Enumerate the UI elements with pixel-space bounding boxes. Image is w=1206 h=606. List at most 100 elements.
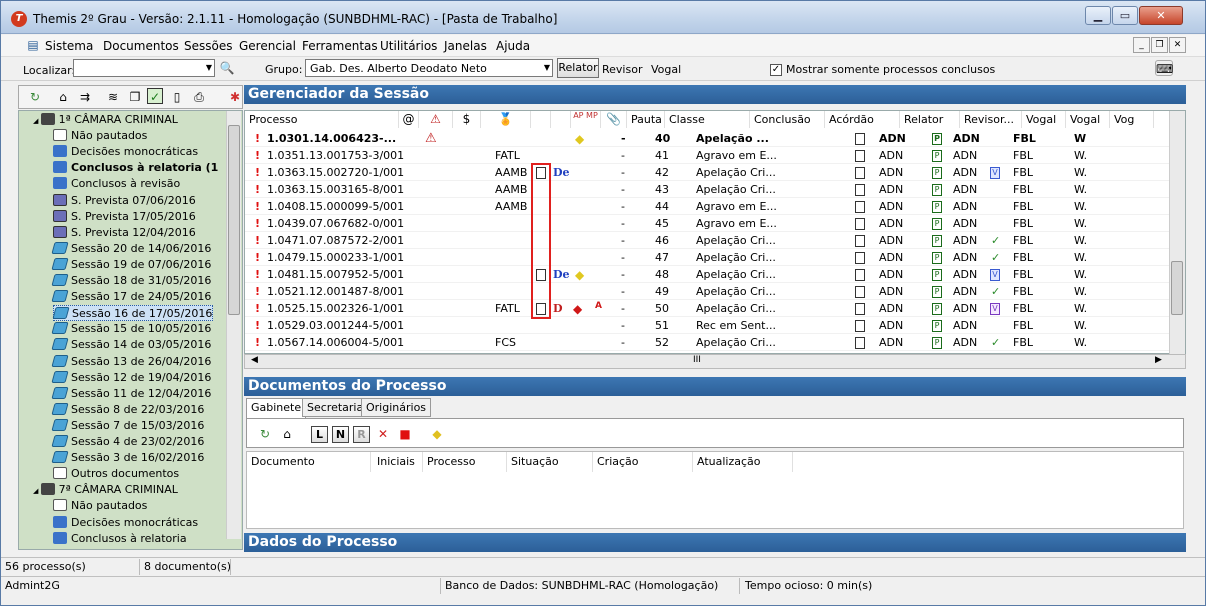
tree-node[interactable]: S. Prevista 17/05/2016 bbox=[53, 209, 196, 225]
mostrar-checkbox[interactable]: ✓ bbox=[770, 64, 782, 76]
col-iniciais[interactable]: Iniciais bbox=[373, 452, 423, 472]
red-document-icon[interactable]: ■ bbox=[397, 426, 413, 442]
grid-col-header[interactable]: AP MP bbox=[571, 111, 601, 128]
expand-icon[interactable]: ◢ bbox=[33, 487, 41, 495]
grid-col-header[interactable] bbox=[551, 111, 571, 128]
tree-node[interactable]: Sessão 8 de 22/03/2016 bbox=[51, 402, 204, 418]
col-processo[interactable]: Processo bbox=[423, 452, 507, 472]
table-row[interactable]: ! 1.0481.15.007952-5/001 De ◆ - 48 Apelação Cr… bbox=[245, 267, 1185, 283]
table-row[interactable]: ! 1.0525.15.002326-1/001 FATL D ◆ A - 50 Apelaçã… bbox=[245, 301, 1185, 317]
tree-node[interactable]: ◢ 1ª CÂMARA CRIMINAL bbox=[33, 112, 178, 128]
menu-ferramentas[interactable]: Ferramentas bbox=[302, 39, 378, 53]
tree-node[interactable]: Sessão 12 de 19/04/2016 bbox=[51, 370, 211, 386]
print-icon[interactable]: ⎙ bbox=[191, 89, 207, 105]
grid-col-header[interactable]: Classe bbox=[665, 111, 750, 128]
letter-r-button[interactable]: R bbox=[353, 426, 370, 443]
scroll-left-icon[interactable]: ◀ bbox=[251, 355, 258, 365]
tree-node[interactable]: Conclusos à revisão bbox=[53, 176, 180, 192]
maximize-button[interactable]: ▭ bbox=[1112, 6, 1138, 25]
keyboard-icon[interactable]: ⌨ bbox=[1155, 60, 1173, 76]
grid-col-header[interactable]: Vogal bbox=[1022, 111, 1066, 128]
tree-node[interactable]: Sessão 20 de 14/06/2016 bbox=[51, 241, 211, 257]
grid-horizontal-scrollbar[interactable]: ◀ III ▶ bbox=[244, 354, 1186, 369]
expand-icon[interactable]: ◢ bbox=[33, 117, 41, 125]
col-documento[interactable]: Documento bbox=[247, 452, 371, 472]
table-row[interactable]: ! 1.0567.14.006004-5/001 FCS - 52 Apelação Cr… bbox=[245, 335, 1185, 351]
tree-node[interactable]: Sessão 15 de 10/05/2016 bbox=[51, 321, 211, 337]
grid-vertical-scrollbar[interactable] bbox=[1169, 111, 1185, 354]
document-stack-icon[interactable]: ⇉ bbox=[77, 89, 93, 105]
localizar-combo[interactable]: ▼ bbox=[73, 59, 215, 77]
tree-node[interactable]: Decisões monocráticas bbox=[53, 515, 198, 531]
grid-col-header[interactable]: Revisor... bbox=[960, 111, 1022, 128]
grid-col-header[interactable]: Acórdão bbox=[825, 111, 900, 128]
group-icon[interactable]: ⌂ bbox=[55, 89, 71, 105]
table-row[interactable]: ! 1.0529.03.001244-5/001 - 51 Rec em Sent...… bbox=[245, 318, 1185, 334]
tree-node[interactable]: Sessão 7 de 15/03/2016 bbox=[51, 418, 204, 434]
session-tree[interactable]: ◢ 1ª CÂMARA CRIMINAL Não pautados Decisões… bbox=[18, 110, 243, 550]
refresh-icon[interactable]: ↻ bbox=[27, 89, 43, 105]
scroll-right-icon[interactable]: ▶ bbox=[1155, 355, 1162, 365]
post-it-icon[interactable]: ◆ bbox=[429, 426, 445, 442]
letter-l-button[interactable]: L bbox=[311, 426, 328, 443]
group-icon[interactable]: ⌂ bbox=[279, 426, 295, 442]
tool-star-icon[interactable]: ✱ bbox=[227, 89, 243, 105]
close-button[interactable]: ✕ bbox=[1139, 6, 1183, 25]
process-grid[interactable]: Processo @ ⚠ $ 🏅 AP MP 📎 Pauta Classe Conclusão Ac… bbox=[244, 110, 1186, 354]
clipboard-icon[interactable]: ▯ bbox=[169, 89, 185, 105]
tab-originarios[interactable]: Originários bbox=[361, 398, 432, 417]
tree-node[interactable]: Não pautados bbox=[53, 498, 147, 514]
menu-sessoes[interactable]: Sessões bbox=[184, 39, 232, 53]
table-row[interactable]: ! 1.0351.13.001753-3/001 FATL - 41 Agravo em … bbox=[245, 148, 1185, 164]
tree-node[interactable]: Sessão 4 de 23/02/2016 bbox=[51, 434, 204, 450]
mdi-close-button[interactable]: ✕ bbox=[1169, 37, 1186, 53]
relator-button[interactable]: Relator bbox=[557, 58, 599, 78]
grupo-combo[interactable]: Gab. Des. Alberto Deodato Neto ▼ bbox=[305, 59, 553, 77]
grid-col-header[interactable]: Processo bbox=[245, 111, 399, 128]
scroll-grip[interactable]: III bbox=[693, 355, 701, 365]
tree-node[interactable]: Sessão 13 de 26/04/2016 bbox=[51, 354, 211, 370]
menu-janelas[interactable]: Janelas bbox=[444, 39, 487, 53]
menu-gerencial[interactable]: Gerencial bbox=[239, 39, 296, 53]
copy-icon[interactable]: ❐ bbox=[127, 89, 143, 105]
table-row[interactable]: ! 1.0363.15.002720-1/001 AAMB De - 42 Apelação… bbox=[245, 165, 1185, 181]
dropdown-arrow-icon[interactable]: ▼ bbox=[544, 63, 550, 72]
grid-col-header[interactable]: 📎 bbox=[601, 111, 627, 128]
table-row[interactable]: ! 1.0363.15.003165-8/001 AAMB - 43 Apelação C… bbox=[245, 182, 1185, 198]
menu-sistema[interactable]: Sistema bbox=[45, 39, 93, 53]
grid-col-header[interactable]: Vog bbox=[1110, 111, 1154, 128]
col-atualizacao[interactable]: Atualização bbox=[693, 452, 793, 472]
grid-col-header[interactable]: Relator bbox=[900, 111, 960, 128]
grid-col-header[interactable] bbox=[531, 111, 551, 128]
revisor-label[interactable]: Revisor bbox=[602, 63, 642, 76]
mdi-child-icon[interactable]: ▤ bbox=[25, 37, 41, 53]
table-row[interactable]: ! 1.0408.15.000099-5/001 AAMB - 44 Agravo em … bbox=[245, 199, 1185, 215]
tree-node[interactable]: S. Prevista 07/06/2016 bbox=[53, 193, 196, 209]
docs-grid[interactable]: Documento Iniciais Processo Situação Cri… bbox=[246, 451, 1184, 529]
table-row[interactable]: ! 1.0479.15.000233-1/001 - 47 Apelação Cri..… bbox=[245, 250, 1185, 266]
tree-node[interactable]: S. Prevista 12/04/2016 bbox=[53, 225, 196, 241]
tree-node[interactable]: Sessão 18 de 31/05/2016 bbox=[51, 273, 211, 289]
col-situacao[interactable]: Situação bbox=[507, 452, 593, 472]
tree-node[interactable]: Conclusos à relatoria bbox=[53, 531, 187, 547]
tree-node[interactable]: Sessão 19 de 07/06/2016 bbox=[51, 257, 211, 273]
minimize-button[interactable]: ▁ bbox=[1085, 6, 1111, 25]
menu-utilitarios[interactable]: Utilitários bbox=[380, 39, 437, 53]
vogal-label[interactable]: Vogal bbox=[651, 63, 681, 76]
tree-node[interactable]: Sessão 3 de 16/02/2016 bbox=[51, 450, 204, 466]
tab-secretaria[interactable]: Secretaria bbox=[302, 398, 369, 417]
tree-node[interactable]: Não pautados bbox=[53, 128, 147, 144]
letter-n-button[interactable]: N bbox=[332, 426, 349, 443]
delete-icon[interactable]: ✕ bbox=[375, 426, 391, 442]
grid-col-header[interactable]: Conclusão bbox=[750, 111, 825, 128]
layers-icon[interactable]: ≋ bbox=[105, 89, 121, 105]
tree-node[interactable]: Sessão 11 de 12/04/2016 bbox=[51, 386, 211, 402]
menu-ajuda[interactable]: Ajuda bbox=[496, 39, 530, 53]
grid-col-header[interactable]: ⚠ bbox=[419, 111, 453, 128]
menu-documentos[interactable]: Documentos bbox=[103, 39, 179, 53]
refresh-icon[interactable]: ↻ bbox=[257, 426, 273, 442]
mdi-restore-button[interactable]: ❐ bbox=[1151, 37, 1168, 53]
tree-node[interactable]: ◢ 7ª CÂMARA CRIMINAL bbox=[33, 482, 178, 498]
table-row[interactable]: ! 1.0471.07.087572-2/001 - 46 Apelação Cri..… bbox=[245, 233, 1185, 249]
tree-node[interactable]: Conclusos à relatoria (1 bbox=[53, 160, 218, 176]
